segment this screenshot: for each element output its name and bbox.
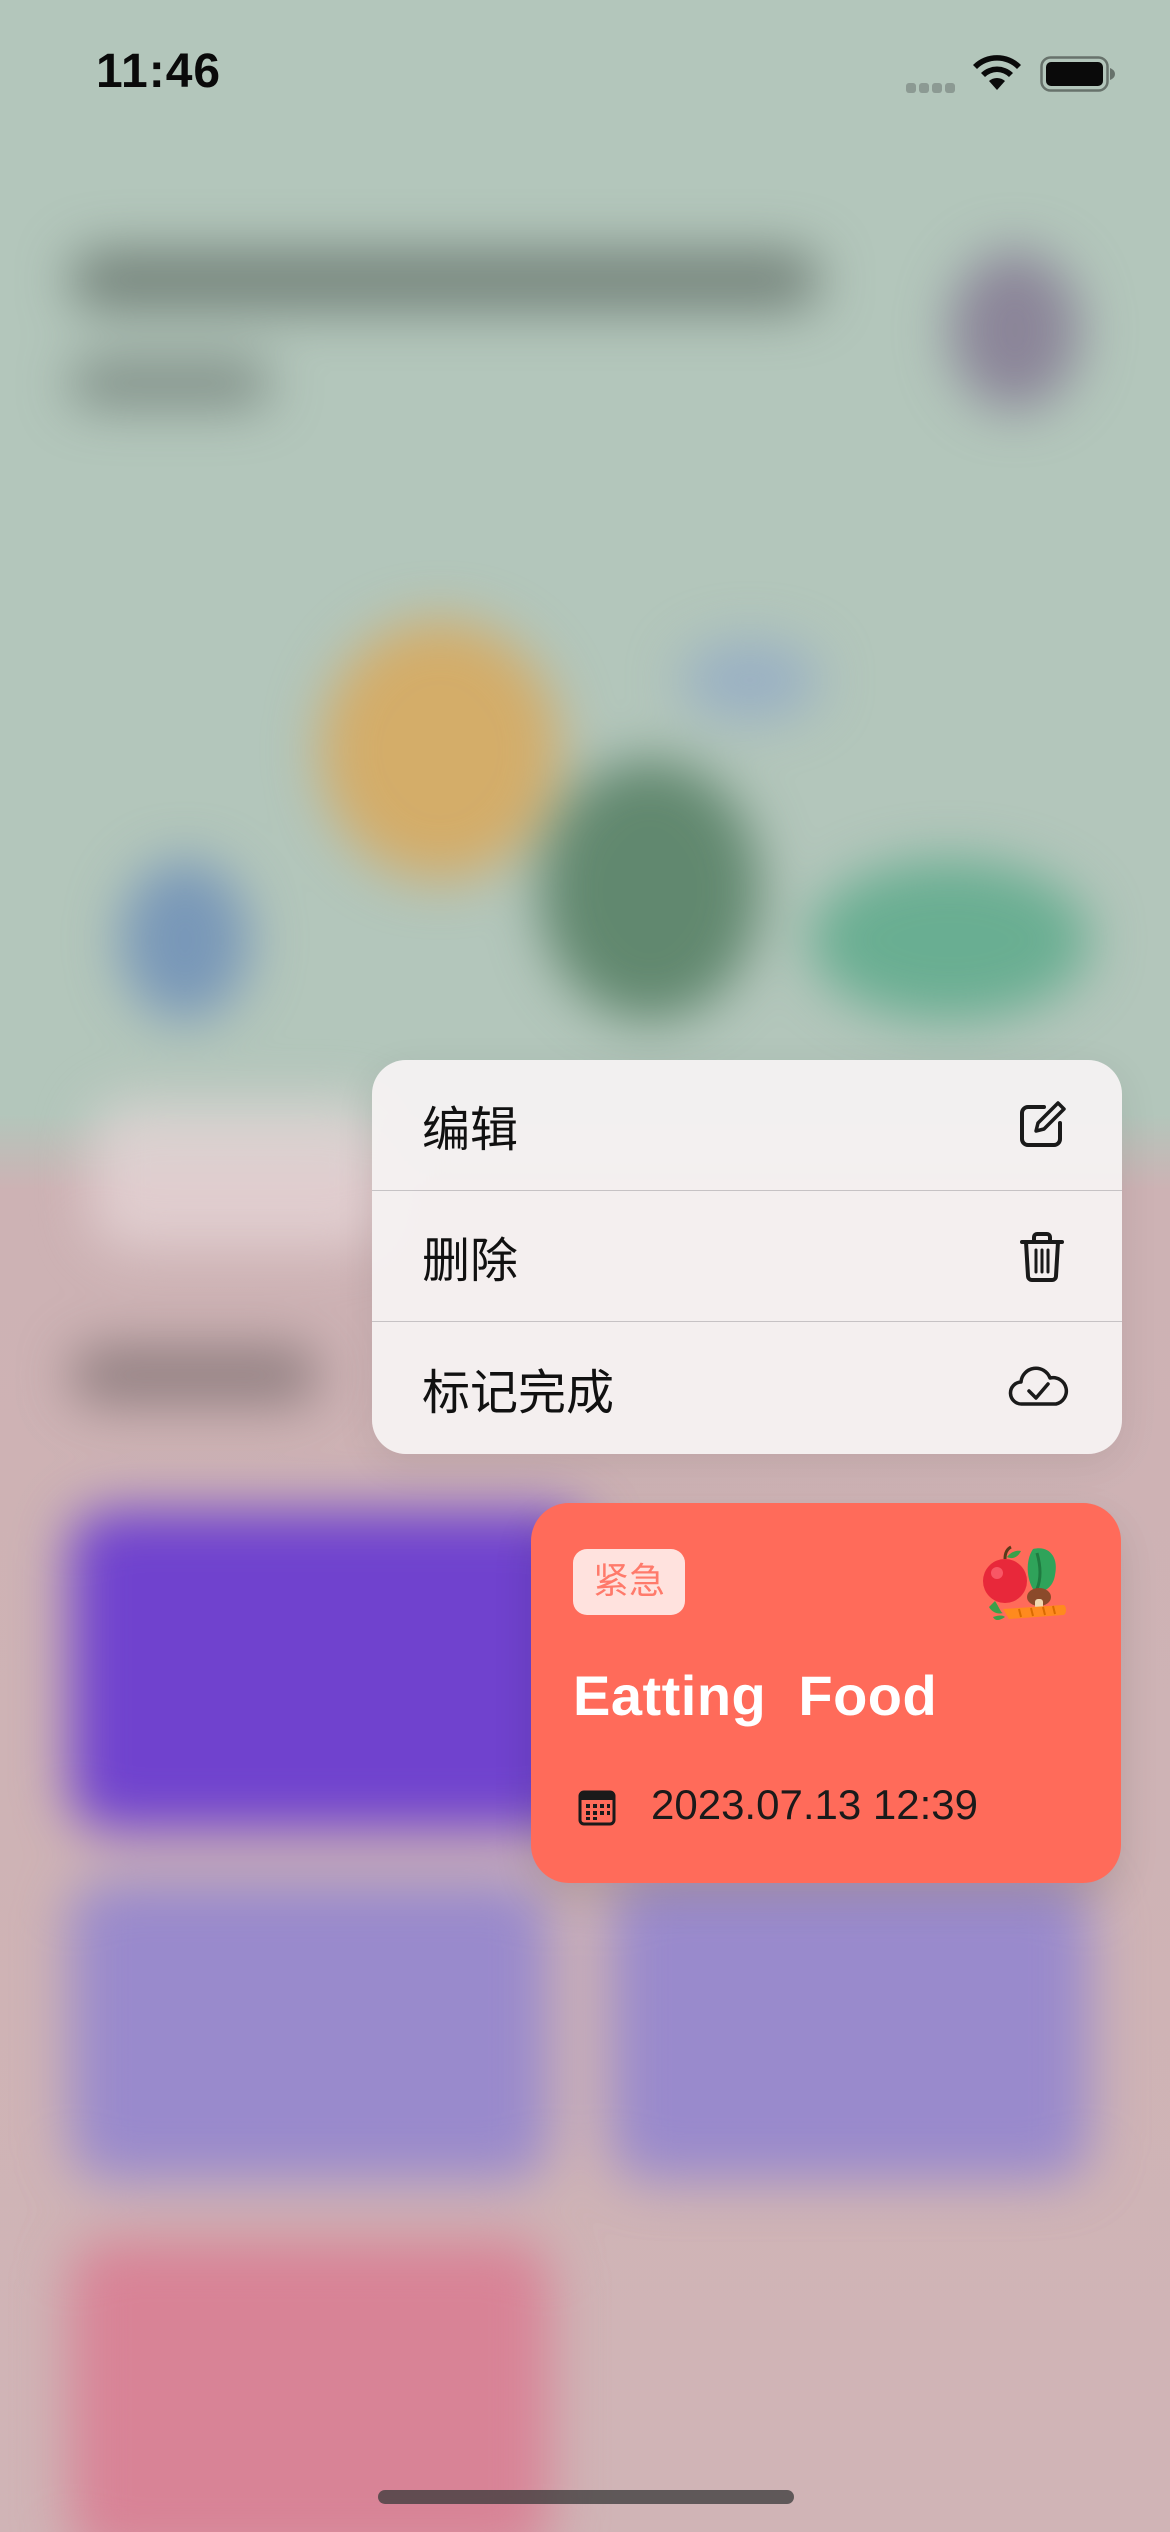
menu-item-delete-label: 删除 (422, 1235, 519, 1288)
blurred-card-lavender-1 (70, 1880, 550, 2180)
blurred-illustration-right (810, 860, 1090, 1020)
blurred-avatar (950, 250, 1080, 410)
blurred-card-lavender-2 (610, 1880, 1090, 2180)
priority-badge: 紧急 (573, 1549, 685, 1615)
menu-item-mark-complete[interactable]: 标记完成 (372, 1322, 1122, 1453)
cellular-signal-icon (906, 80, 958, 93)
blurred-search-bar (90, 1100, 390, 1250)
wifi-icon (973, 55, 1021, 90)
context-menu: 编辑 删除 标记完成 (372, 1060, 1122, 1454)
menu-item-mark-complete-label: 标记完成 (422, 1366, 615, 1420)
blurred-section-title (70, 1345, 320, 1405)
blurred-card-purple (70, 1510, 590, 1830)
blurred-illustration-plant (540, 760, 760, 1020)
menu-item-edit[interactable]: 编辑 (372, 1060, 1122, 1191)
status-time: 11:46 (96, 45, 222, 98)
menu-item-delete[interactable]: 删除 (372, 1191, 1122, 1322)
home-indicator[interactable] (378, 2490, 794, 2504)
blurred-card-pink (70, 2240, 550, 2532)
food-icon (983, 1545, 1066, 1620)
app-screen: 11:46 编辑 删除 标记完成 紧急 Eatting Food 2023.07… (0, 0, 1170, 2532)
status-bar: 11:46 (0, 0, 1170, 140)
task-date: 2023.07.13 12:39 (651, 1781, 978, 1828)
blurred-illustration-cloud (680, 640, 820, 720)
menu-item-edit-label: 编辑 (422, 1104, 519, 1157)
blurred-header-title (70, 250, 820, 310)
square-pencil-icon (1020, 1101, 1066, 1147)
task-card[interactable]: 紧急 Eatting Food 2023.07.13 12:39 (531, 1503, 1121, 1883)
task-title: Eatting Food (573, 1664, 938, 1727)
blurred-illustration-person (320, 620, 560, 880)
calendar-icon (578, 1790, 616, 1826)
blurred-header-subtitle (70, 360, 270, 406)
battery-icon (1040, 56, 1115, 92)
trash-icon (1020, 1232, 1064, 1282)
cloud-check-icon (1008, 1366, 1069, 1406)
blurred-illustration-left (120, 860, 250, 1020)
